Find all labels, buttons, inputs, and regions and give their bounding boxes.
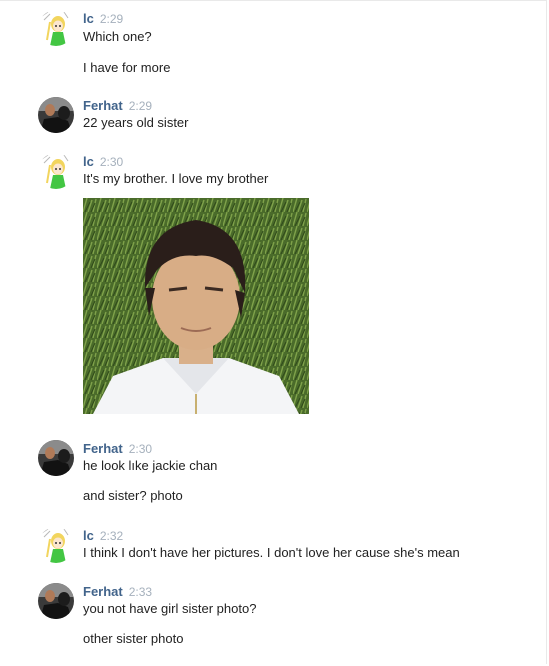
message-header: lc 2:29 [83,10,123,28]
message-header: lc 2:32 [83,527,123,545]
message-time: 2:30 [128,442,153,456]
message-author[interactable]: lc [83,154,94,169]
message-text: It's my brother. I love my brother [83,171,269,186]
chat-history: lc 2:29 Which one? I have for more Ferhat… [0,0,547,664]
message-text: Which one? [83,29,152,44]
message-text: and sister? photo [83,488,183,503]
message-header: Ferhat 2:29 [83,97,152,115]
message-text: you not have girl sister photo? [83,601,257,616]
message-time: 2:33 [128,585,153,599]
lc-avatar-icon[interactable] [38,10,74,46]
lc-avatar-icon[interactable] [38,153,74,189]
message-author[interactable]: Ferhat [83,584,123,599]
message-author[interactable]: Ferhat [83,98,123,113]
message-text: 22 years old sister [83,115,189,130]
attached-photo[interactable] [83,198,309,414]
message-author[interactable]: Ferhat [83,441,123,456]
message-text: I think I don't have her pictures. I don… [83,545,460,560]
lc-avatar-icon[interactable] [38,527,74,563]
message-author[interactable]: lc [83,528,94,543]
ferhat-avatar-icon[interactable] [38,583,74,619]
message-text: other sister photo [83,631,184,646]
message-author[interactable]: lc [83,11,94,26]
ferhat-avatar-icon[interactable] [38,440,74,476]
message-header: Ferhat 2:30 [83,440,152,458]
message-text: he look lıke jackie chan [83,458,218,473]
message-time: 2:32 [99,529,124,543]
message-time: 2:30 [99,155,124,169]
message-header: lc 2:30 [83,153,123,171]
message-time: 2:29 [128,99,153,113]
ferhat-avatar-icon[interactable] [38,97,74,133]
message-header: Ferhat 2:33 [83,583,152,601]
message-time: 2:29 [99,12,124,26]
message-text: I have for more [83,60,171,75]
